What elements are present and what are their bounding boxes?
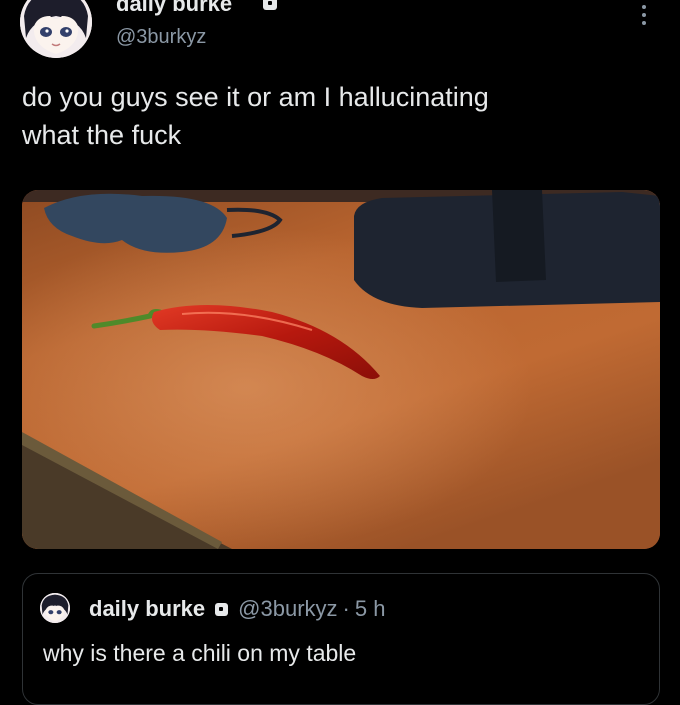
avatar-illustration: [20, 0, 92, 58]
more-dot: [642, 13, 646, 17]
quoted-header: daily burke @3burkyz · 5 h: [89, 596, 385, 622]
more-dot: [642, 5, 646, 9]
more-dot: [642, 21, 646, 25]
desk-photo: [22, 190, 660, 549]
lock-icon: [215, 602, 229, 616]
display-name[interactable]: daily burke: [116, 0, 232, 17]
separator-dot: ·: [342, 596, 350, 621]
quoted-timestamp[interactable]: 5 h: [355, 596, 386, 622]
tweet-text: do you guys see it or am I hallucinating…: [22, 82, 489, 150]
quoted-display-name[interactable]: daily burke: [89, 596, 205, 622]
quoted-avatar-illustration: [40, 593, 70, 623]
tweet-image[interactable]: [22, 190, 660, 549]
quoted-avatar[interactable]: [40, 593, 70, 623]
user-handle[interactable]: @3burkyz: [116, 26, 206, 49]
avatar[interactable]: [20, 0, 92, 58]
quoted-text: why is there a chili on my table: [43, 640, 357, 666]
lock-icon: [263, 0, 277, 10]
quoted-handle[interactable]: @3burkyz: [238, 596, 337, 622]
quoted-tweet[interactable]: daily burke @3burkyz · 5 h why is there …: [22, 573, 660, 705]
more-vertical-icon[interactable]: [636, 0, 652, 30]
